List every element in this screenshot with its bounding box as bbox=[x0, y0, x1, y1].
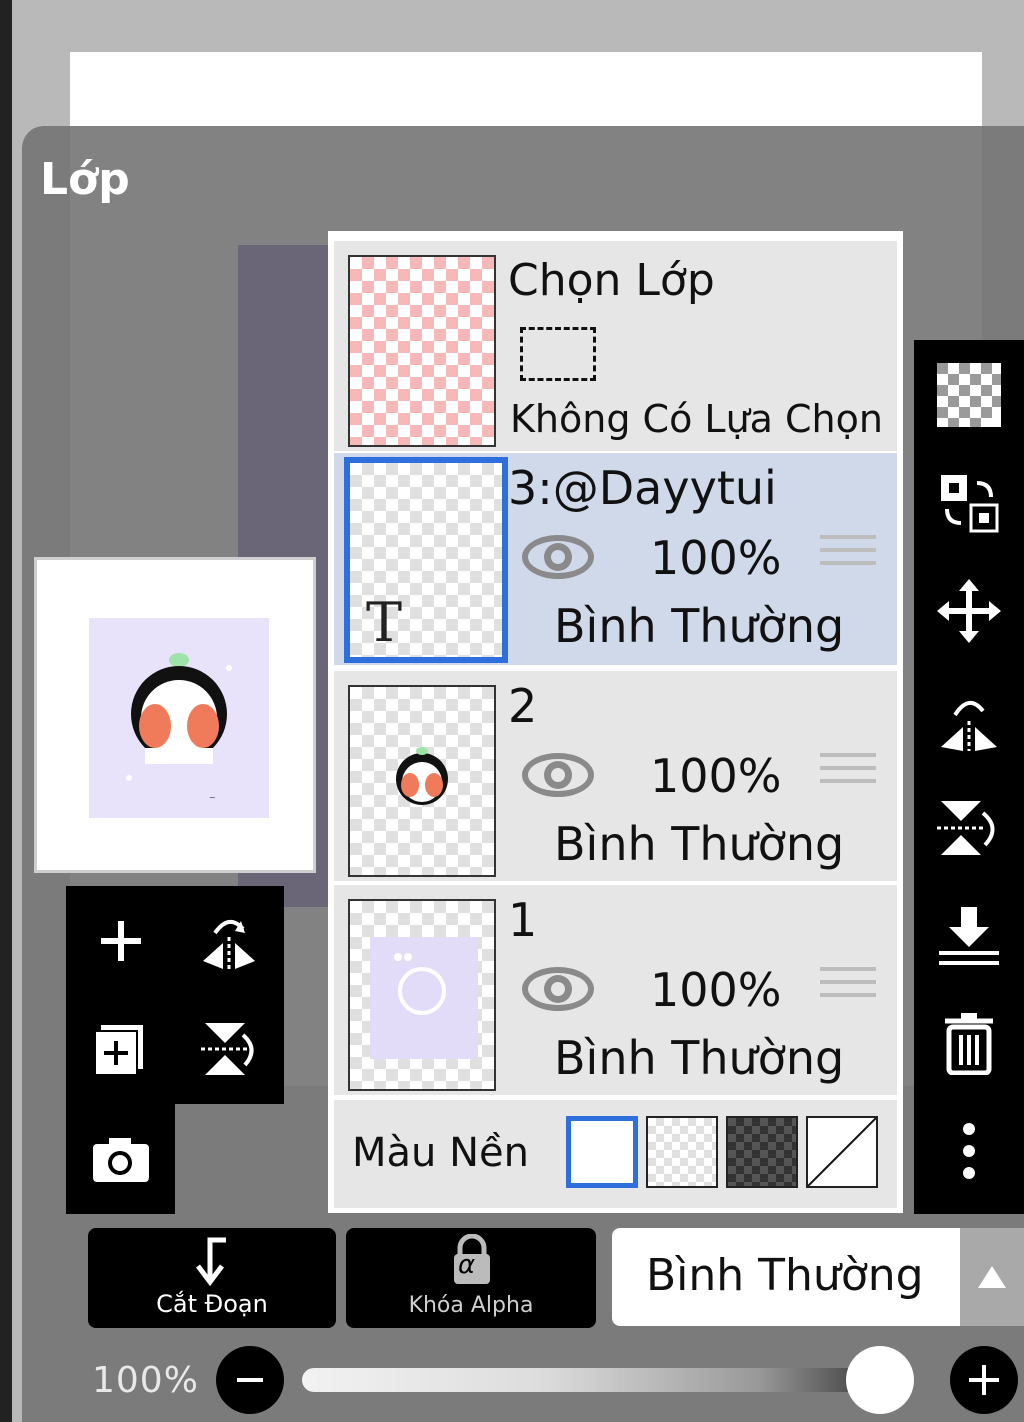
layer-opacity[interactable]: 100% bbox=[650, 531, 782, 585]
text-layer-glyph: T bbox=[366, 591, 403, 654]
drag-handle-icon[interactable] bbox=[820, 753, 876, 801]
layer-row-3[interactable]: T 3:@Dayytui 100% Bình Thường bbox=[334, 453, 897, 665]
preview-artwork: ~ bbox=[89, 618, 269, 818]
panel-title: Lớp bbox=[40, 154, 130, 205]
merge-down-icon[interactable] bbox=[934, 900, 1004, 970]
more-icon[interactable] bbox=[934, 1116, 1004, 1186]
clipping-label: Cắt Đoạn bbox=[156, 1290, 268, 1318]
clip-arrow-icon bbox=[196, 1237, 226, 1286]
canvas-preview[interactable]: ~ bbox=[34, 557, 316, 873]
alpha-glyph: α bbox=[458, 1250, 476, 1280]
right-toolbar bbox=[914, 340, 1024, 1214]
screen-edge bbox=[0, 0, 12, 1422]
flip-vertical-icon[interactable] bbox=[194, 1014, 264, 1084]
layer-opacity[interactable]: 100% bbox=[650, 749, 782, 803]
layer-thumbnail bbox=[348, 899, 496, 1091]
layer-row-1[interactable]: 1 100% Bình Thường bbox=[334, 885, 897, 1095]
background-none-swatch[interactable] bbox=[806, 1116, 878, 1188]
layer-name: 1 bbox=[508, 893, 538, 947]
opacity-decrease-button[interactable] bbox=[216, 1346, 284, 1414]
layer-row-2[interactable]: 2 100% Bình Thường bbox=[334, 671, 897, 881]
visibility-eye-icon[interactable] bbox=[520, 747, 596, 803]
layer-blend-mode[interactable]: Bình Thường bbox=[554, 817, 844, 871]
layers-list: Chọn Lớp Không Có Lựa Chọn T 3:@Dayytui … bbox=[328, 231, 903, 1213]
layer-thumbnail: T bbox=[344, 457, 508, 663]
background-color-row: Màu Nền bbox=[334, 1100, 897, 1208]
camera-icon[interactable] bbox=[86, 1124, 156, 1194]
layer-opacity[interactable]: 100% bbox=[650, 963, 782, 1017]
layer-thumbnail bbox=[348, 685, 496, 877]
flip-h-icon[interactable] bbox=[934, 684, 1004, 754]
background-label: Màu Nền bbox=[352, 1130, 529, 1176]
layer-name: 2 bbox=[508, 679, 538, 733]
opacity-slider-knob[interactable] bbox=[846, 1346, 914, 1414]
layer-name: 3:@Dayytui bbox=[508, 461, 777, 515]
selection-layer-title: Chọn Lớp bbox=[508, 255, 715, 306]
transparency-icon[interactable] bbox=[934, 360, 1004, 430]
flip-v-icon[interactable] bbox=[934, 792, 1004, 862]
background-checker-light-swatch[interactable] bbox=[646, 1116, 718, 1188]
delete-icon[interactable] bbox=[934, 1008, 1004, 1078]
drag-handle-icon[interactable] bbox=[820, 535, 876, 583]
svg-text:~: ~ bbox=[209, 793, 216, 802]
visibility-eye-icon[interactable] bbox=[520, 961, 596, 1017]
blend-mode-value: Bình Thường bbox=[646, 1250, 924, 1301]
triangle-up-icon bbox=[978, 1266, 1006, 1288]
background-white-swatch[interactable] bbox=[566, 1116, 638, 1188]
add-layer-copy-icon[interactable] bbox=[86, 1014, 156, 1084]
layer-blend-mode[interactable]: Bình Thường bbox=[554, 1031, 844, 1085]
blend-mode-dropdown-button[interactable] bbox=[960, 1228, 1024, 1326]
selection-layer-row[interactable]: Chọn Lớp Không Có Lựa Chọn bbox=[334, 241, 897, 451]
clipping-button[interactable]: Cắt Đoạn bbox=[88, 1228, 336, 1328]
selection-layer-thumbnail bbox=[348, 255, 496, 447]
alpha-lock-label: Khóa Alpha bbox=[408, 1293, 534, 1318]
flip-horizontal-icon[interactable] bbox=[194, 906, 264, 976]
visibility-eye-icon[interactable] bbox=[520, 529, 596, 585]
left-toolbar-bottom bbox=[66, 1104, 175, 1214]
move-icon[interactable] bbox=[934, 576, 1004, 646]
layer-blend-mode[interactable]: Bình Thường bbox=[554, 599, 844, 653]
selection-status: Không Có Lựa Chọn bbox=[510, 397, 883, 441]
blend-mode-select[interactable]: Bình Thường bbox=[612, 1228, 960, 1326]
selection-marquee-icon bbox=[520, 327, 596, 381]
canvas-area[interactable] bbox=[70, 52, 982, 132]
opacity-value: 100% bbox=[92, 1360, 199, 1401]
drag-handle-icon[interactable] bbox=[820, 967, 876, 1015]
opacity-increase-button[interactable] bbox=[950, 1346, 1018, 1414]
alpha-lock-button[interactable]: α Khóa Alpha bbox=[346, 1228, 596, 1328]
add-layer-icon[interactable] bbox=[86, 906, 156, 976]
swap-layer-icon[interactable] bbox=[934, 468, 1004, 538]
left-toolbar bbox=[66, 886, 284, 1104]
background-checker-dark-swatch[interactable] bbox=[726, 1116, 798, 1188]
opacity-slider[interactable] bbox=[302, 1368, 910, 1392]
